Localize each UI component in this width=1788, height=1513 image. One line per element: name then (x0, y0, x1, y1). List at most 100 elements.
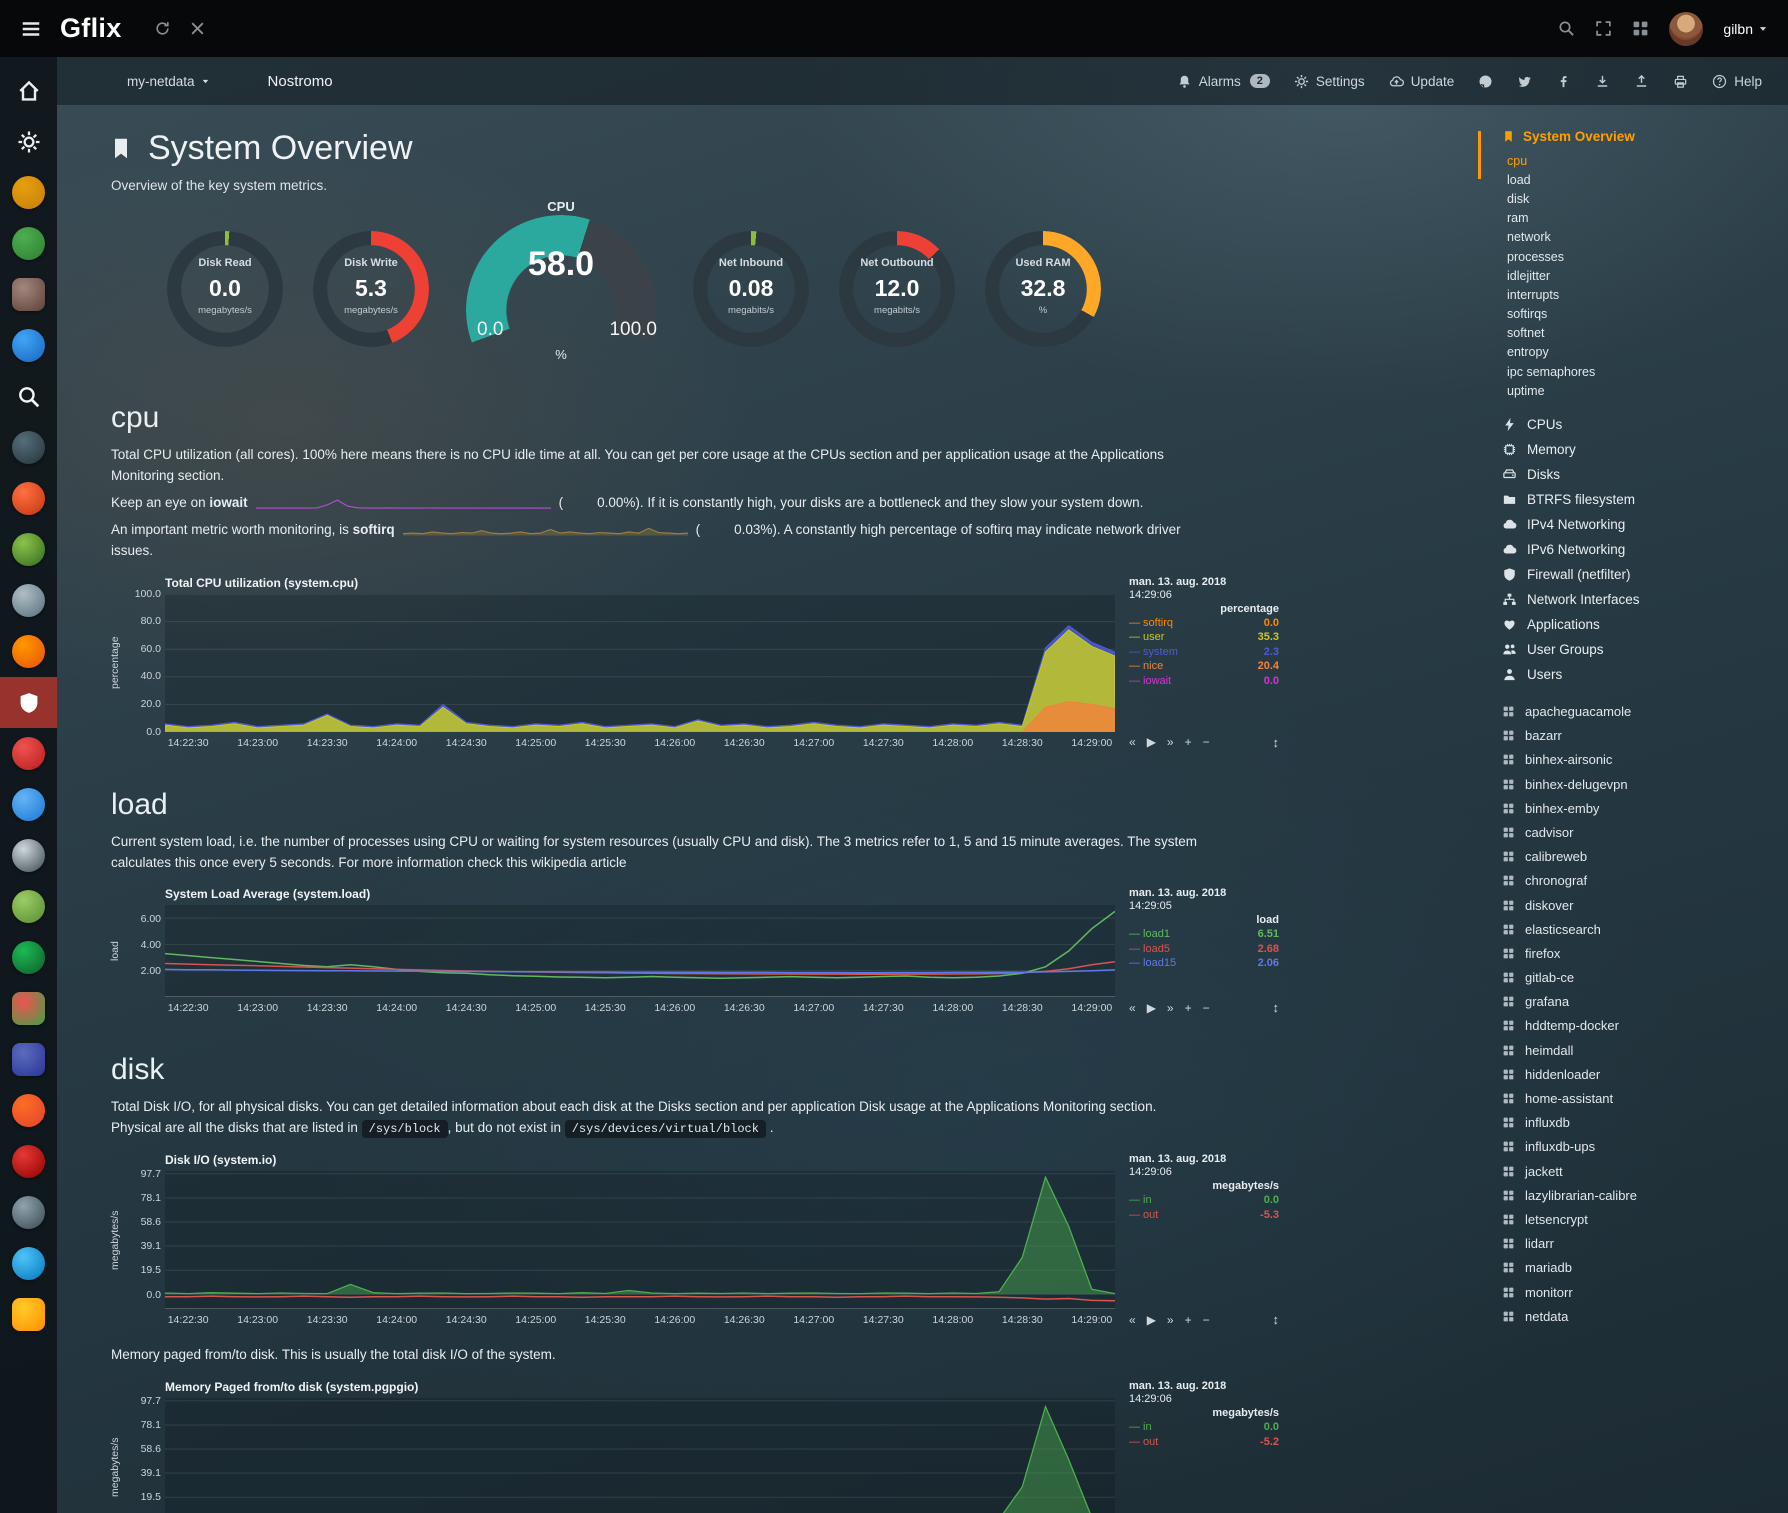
sidebar-app-red-shield[interactable] (0, 1136, 57, 1187)
menu-app-influxdb-ups[interactable]: influxdb-ups (1502, 1135, 1780, 1159)
menu-item-network[interactable]: network (1502, 228, 1780, 247)
play-icon[interactable]: ▶ (1147, 1313, 1156, 1327)
menu-system-overview[interactable]: System Overview (1502, 129, 1780, 144)
menu-app-monitorr[interactable]: monitorr (1502, 1280, 1780, 1304)
zoom-out-icon[interactable]: − (1203, 1313, 1210, 1327)
legend-entry-out[interactable]: — out-5.2 (1129, 1435, 1279, 1450)
legend-entry-nice[interactable]: — nice20.4 (1129, 659, 1279, 674)
legend-entry-load5[interactable]: — load52.68 (1129, 942, 1279, 957)
sidebar-app-green-u[interactable] (0, 881, 57, 932)
menu-section-disks[interactable]: Disks (1502, 462, 1780, 487)
resize-handle-icon[interactable]: ↕ (1273, 735, 1280, 750)
menu-app-hddtemp-docker[interactable]: hddtemp-docker (1502, 1014, 1780, 1038)
legend-entry-load1[interactable]: — load16.51 (1129, 927, 1279, 942)
menu-app-hiddenloader[interactable]: hiddenloader (1502, 1062, 1780, 1086)
sidebar-app-stack[interactable] (0, 269, 57, 320)
sidebar-app-scissors[interactable] (0, 575, 57, 626)
net-outbound-gauge[interactable]: Net Outbound12.0megabits/s (835, 221, 959, 361)
legend-entry-in[interactable]: — in0.0 (1129, 1420, 1279, 1435)
user-menu[interactable]: gilbn (1723, 21, 1768, 37)
menu-section-ipv6-networking[interactable]: IPv6 Networking (1502, 537, 1780, 562)
chart-load-canvas[interactable] (165, 905, 1115, 997)
sidebar-app-active-shield[interactable] (0, 677, 57, 728)
menu-app-bazarr[interactable]: bazarr (1502, 724, 1780, 748)
sidebar-app-water-drop[interactable] (0, 1238, 57, 1289)
fullscreen-icon[interactable] (1595, 20, 1612, 38)
disk-read-gauge[interactable]: Disk Read0.0megabytes/s (163, 221, 287, 361)
sidebar-app-lazylibrarian[interactable] (0, 1187, 57, 1238)
menu-app-cadvisor[interactable]: cadvisor (1502, 820, 1780, 844)
menu-app-binhex-airsonic[interactable]: binhex-airsonic (1502, 748, 1780, 772)
sidebar-app-sabnzbd[interactable] (0, 1289, 57, 1340)
menu-item-softnet[interactable]: softnet (1502, 324, 1780, 343)
sidebar-app-blue-tile[interactable] (0, 1034, 57, 1085)
play-icon[interactable]: ▶ (1147, 1001, 1156, 1015)
menu-app-netdata[interactable]: netdata (1502, 1304, 1780, 1328)
chart-pgpgio-canvas[interactable] (165, 1398, 1115, 1513)
menu-item-processes[interactable]: processes (1502, 247, 1780, 266)
resize-handle-icon[interactable]: ↕ (1273, 1000, 1280, 1015)
sidebar-app-firefox[interactable] (0, 626, 57, 677)
resize-handle-icon[interactable]: ↕ (1273, 1312, 1280, 1327)
menu-app-influxdb[interactable]: influxdb (1502, 1111, 1780, 1135)
menu-app-firefox[interactable]: firefox (1502, 941, 1780, 965)
sidebar-home[interactable] (0, 65, 57, 116)
user-avatar[interactable] (1669, 12, 1703, 46)
menu-section-btrfs-filesystem[interactable]: BTRFS filesystem (1502, 487, 1780, 512)
menu-app-heimdall[interactable]: heimdall (1502, 1038, 1780, 1062)
menu-item-cpu[interactable]: cpu (1502, 151, 1780, 170)
hostname[interactable]: Nostromo (268, 73, 333, 90)
menu-app-lidarr[interactable]: lidarr (1502, 1232, 1780, 1256)
close-icon[interactable] (189, 20, 206, 38)
sidebar-app-search[interactable] (0, 371, 57, 422)
menu-item-disk[interactable]: disk (1502, 189, 1780, 208)
menu-app-binhex-delugevpn[interactable]: binhex-delugevpn (1502, 772, 1780, 796)
sidebar-app-gitlab[interactable] (0, 1085, 57, 1136)
menu-item-load[interactable]: load (1502, 170, 1780, 189)
menu-section-user-groups[interactable]: User Groups (1502, 637, 1780, 662)
menu-app-grafana[interactable]: grafana (1502, 990, 1780, 1014)
refresh-icon[interactable] (154, 20, 171, 38)
menu-app-apacheguacamole[interactable]: apacheguacamole (1502, 699, 1780, 723)
menu-app-calibreweb[interactable]: calibreweb (1502, 845, 1780, 869)
sidebar-app-spotify[interactable] (0, 932, 57, 983)
sidebar-app-pills[interactable] (0, 983, 57, 1034)
used-ram-gauge[interactable]: Used RAM32.8% (981, 221, 1105, 361)
tab-grid-icon[interactable] (1632, 20, 1649, 38)
menu-section-cpus[interactable]: CPUs (1502, 412, 1780, 437)
pan-back-icon[interactable]: « (1129, 1313, 1136, 1327)
legend-entry-iowait[interactable]: — iowait0.0 (1129, 674, 1279, 689)
pan-forward-icon[interactable]: » (1167, 1001, 1174, 1015)
menu-app-jackett[interactable]: jackett (1502, 1159, 1780, 1183)
zoom-in-icon[interactable]: + (1185, 735, 1192, 749)
zoom-in-icon[interactable]: + (1185, 1313, 1192, 1327)
legend-entry-out[interactable]: — out-5.3 (1129, 1208, 1279, 1223)
menu-item-entropy[interactable]: entropy (1502, 343, 1780, 362)
pan-forward-icon[interactable]: » (1167, 735, 1174, 749)
download-button[interactable] (1595, 74, 1610, 89)
legend-entry-load15[interactable]: — load152.06 (1129, 956, 1279, 971)
sidebar-app-plex[interactable] (0, 167, 57, 218)
menu-app-binhex-emby[interactable]: binhex-emby (1502, 796, 1780, 820)
legend-entry-softirq[interactable]: — softirq0.0 (1129, 616, 1279, 631)
sidebar-app-dark[interactable] (0, 422, 57, 473)
menu-item-ipc-semaphores[interactable]: ipc semaphores (1502, 362, 1780, 381)
sidebar-app-green-bolt[interactable] (0, 524, 57, 575)
menu-item-ram[interactable]: ram (1502, 209, 1780, 228)
print-button[interactable] (1673, 74, 1688, 89)
menu-app-home-assistant[interactable]: home-assistant (1502, 1086, 1780, 1110)
twitter-link[interactable] (1517, 74, 1532, 89)
facebook-link[interactable] (1556, 74, 1571, 89)
menu-item-idlejitter[interactable]: idlejitter (1502, 266, 1780, 285)
menu-section-applications[interactable]: Applications (1502, 612, 1780, 637)
menu-section-ipv4-networking[interactable]: IPv4 Networking (1502, 512, 1780, 537)
alarms-button[interactable]: Alarms2 (1177, 74, 1270, 89)
menu-app-gitlab-ce[interactable]: gitlab-ce (1502, 966, 1780, 990)
disk-write-gauge[interactable]: Disk Write5.3megabytes/s (309, 221, 433, 361)
sidebar-settings[interactable] (0, 116, 57, 167)
zoom-in-icon[interactable]: + (1185, 1001, 1192, 1015)
sidebar-app-deluge[interactable] (0, 779, 57, 830)
menu-app-elasticsearch[interactable]: elasticsearch (1502, 917, 1780, 941)
menu-section-firewall-netfilter[interactable]: Firewall (netfilter) (1502, 562, 1780, 587)
update-button[interactable]: Update (1389, 74, 1455, 89)
